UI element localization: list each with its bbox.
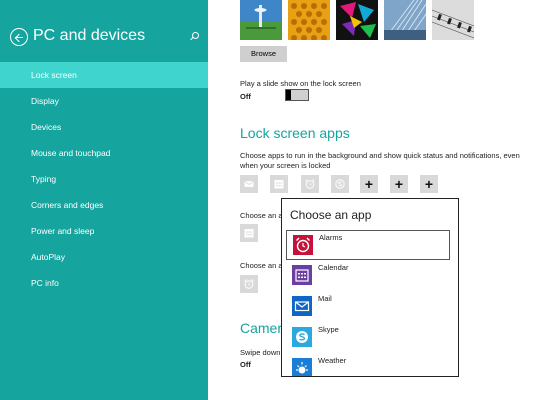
- sidebar-item-mouse-and-touchpad[interactable]: Mouse and touchpad: [0, 140, 208, 166]
- lock-app-slot-calendar[interactable]: [270, 175, 288, 193]
- search-icon[interactable]: [189, 32, 199, 41]
- popup-title: Choose an app: [290, 208, 372, 222]
- weather-sun-icon: [292, 358, 312, 376]
- lock-app-slot-alarms[interactable]: [301, 175, 319, 193]
- background-thumbnail-bridge[interactable]: [384, 0, 426, 40]
- sidebar: PC and devices Lock screen Display Devic…: [0, 0, 208, 400]
- lock-screen-apps-description: Choose apps to run in the background and…: [240, 151, 520, 170]
- sidebar-item-pc-info[interactable]: PC info: [0, 270, 208, 296]
- mail-icon: [292, 296, 312, 316]
- background-thumbnail-space-needle[interactable]: [240, 0, 282, 40]
- sidebar-nav: Lock screen Display Devices Mouse and to…: [0, 62, 208, 296]
- app-option-mail[interactable]: Mail: [286, 292, 450, 322]
- app-option-weather[interactable]: Weather: [286, 354, 450, 376]
- camera-swipe-label: Swipe down: [240, 348, 281, 357]
- background-thumbnail-honeycomb[interactable]: [288, 0, 330, 40]
- slideshow-toggle[interactable]: [285, 89, 309, 101]
- skype-icon: [292, 327, 312, 347]
- skype-icon: [335, 179, 345, 189]
- alarm-clock-icon: [293, 235, 313, 255]
- lock-app-slot-skype[interactable]: [331, 175, 349, 193]
- app-option-calendar[interactable]: Calendar: [286, 261, 450, 291]
- camera-state-label: Off: [240, 360, 251, 369]
- calendar-icon: [274, 180, 284, 189]
- alarms-app-slot[interactable]: [240, 275, 258, 293]
- sidebar-item-devices[interactable]: Devices: [0, 114, 208, 140]
- sidebar-item-typing[interactable]: Typing: [0, 166, 208, 192]
- sidebar-item-corners-and-edges[interactable]: Corners and edges: [0, 192, 208, 218]
- calendar-icon: [292, 265, 312, 285]
- sidebar-item-autoplay[interactable]: AutoPlay: [0, 244, 208, 270]
- choose-app-popup: Choose an app Alarms Calendar Mail Skype…: [281, 198, 459, 377]
- detailed-status-label: Choose an a: [240, 211, 283, 220]
- browse-button[interactable]: Browse: [240, 46, 287, 62]
- alarm-clock-icon: [244, 279, 254, 289]
- app-option-label: Skype: [318, 325, 339, 334]
- add-lock-app-button[interactable]: +: [360, 175, 378, 193]
- sidebar-item-power-and-sleep[interactable]: Power and sleep: [0, 218, 208, 244]
- app-option-label: Mail: [318, 294, 332, 303]
- sidebar-item-lock-screen[interactable]: Lock screen: [0, 62, 208, 88]
- sidebar-item-display[interactable]: Display: [0, 88, 208, 114]
- app-option-label: Calendar: [318, 263, 349, 272]
- add-lock-app-button[interactable]: +: [390, 175, 408, 193]
- slideshow-label: Play a slide show on the lock screen: [240, 79, 361, 88]
- back-arrow-icon[interactable]: [10, 28, 28, 46]
- alarms-app-label: Choose an a: [240, 261, 283, 270]
- calendar-icon: [244, 229, 254, 238]
- slideshow-state-label: Off: [240, 92, 251, 101]
- app-option-alarms[interactable]: Alarms: [286, 230, 450, 260]
- lock-screen-apps-heading: Lock screen apps: [240, 125, 350, 141]
- background-thumbnail-piano[interactable]: [432, 0, 474, 40]
- detailed-status-app-slot[interactable]: [240, 224, 258, 242]
- alarm-clock-icon: [305, 179, 315, 189]
- toggle-knob: [286, 90, 291, 100]
- app-option-skype[interactable]: Skype: [286, 323, 450, 353]
- app-option-label: Weather: [318, 356, 347, 365]
- mail-icon: [244, 180, 254, 187]
- lock-app-slot-mail[interactable]: [240, 175, 258, 193]
- background-thumbnail-color-blocks[interactable]: [336, 0, 378, 40]
- add-lock-app-button[interactable]: +: [420, 175, 438, 193]
- app-option-label: Alarms: [319, 233, 343, 242]
- camera-heading: Camer: [240, 320, 283, 336]
- sidebar-title: PC and devices: [33, 27, 146, 44]
